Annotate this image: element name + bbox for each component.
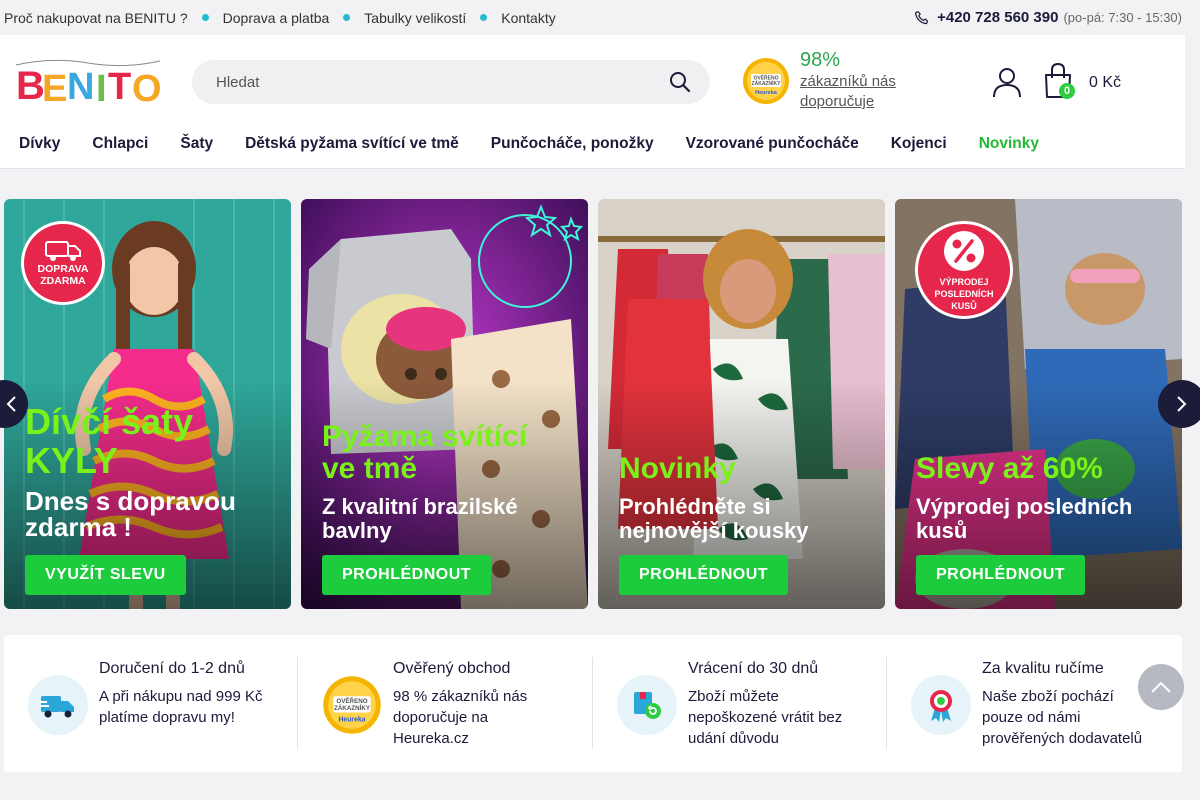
svg-text:B: B [16,64,45,107]
top-link-why-benito[interactable]: Proč nakupovat na BENITU ? [4,10,188,26]
carousel-next-button[interactable] [1158,380,1200,428]
benefit-title: Doručení do 1-2 dnů [99,660,245,677]
nav-item-kojenci[interactable]: Kojenci [891,135,947,153]
benefit-text: Zboží můžete nepoškozené vrátit bez udán… [688,688,843,747]
customer-rating[interactable]: 98% zákazníků nás doporučuje [800,48,940,112]
separator-dot [343,14,351,21]
phone-number[interactable]: +420 728 560 390 [937,9,1058,26]
top-links: Proč nakupovat na BENITU ? Doprava a pla… [4,10,556,26]
benefit-returns: Vrácení do 30 dnů Zboží můžete nepoškoze… [617,657,877,751]
banner-subtitle: Prohlédněte si nejnovější kousky [619,494,809,543]
browse-new-button[interactable]: PROHLÉDNOUT [619,555,789,595]
svg-text:ZÁKAZNÍKY: ZÁKAZNÍKY [752,79,782,87]
banner-title: Slevy až 60% [916,452,1103,485]
benefits-strip: Doručení do 1-2 dnů A při nákupu nad 999… [4,635,1182,772]
benefit-text: Naše zboží pochází pouze od námi prověře… [982,688,1143,747]
svg-text:E: E [42,68,67,107]
svg-text:N: N [67,66,94,107]
heureka-verified-badge[interactable]: OVĚŘENO ZÁKAZNÍKY Heureka [742,57,790,105]
svg-text:OVĚŘENO: OVĚŘENO [336,697,367,705]
svg-text:I: I [96,68,107,107]
user-account-icon[interactable] [990,65,1024,99]
quality-ribbon-icon [911,675,971,735]
return-box-icon [617,675,677,735]
use-discount-button[interactable]: VYUŽÍT SLEVU [25,555,186,595]
nav-item-pyzama[interactable]: Dětská pyžama svítící ve tmě [245,135,459,153]
rating-percent: 98% [800,49,841,71]
nav-item-saty[interactable]: Šaty [180,135,213,153]
banner-subtitle: Dnes s dopravou zdarma ! [25,486,236,542]
phone-icon [915,10,929,24]
divider [886,657,887,749]
banner-glow-pajamas[interactable]: Pyžama svítící ve tmě Z kvalitní brazils… [301,199,588,609]
heureka-badge-icon: OVĚŘENO ZÁKAZNÍKY Heureka [322,675,382,735]
contact-info: +420 728 560 390 (po-pá: 7:30 - 15:30) [913,9,1182,27]
separator-dot [201,14,209,21]
svg-text:T: T [108,66,131,107]
banner-girls-dress[interactable]: DOPRAVA ZDARMA Dívčí šaty KYLY Dnes s do… [4,199,291,609]
divider [592,657,593,749]
scroll-to-top-button[interactable] [1138,664,1184,710]
benefit-title: Ověřený obchod [393,660,511,677]
nav-item-puncochace[interactable]: Punčocháče, ponožky [491,135,654,153]
nav-item-divky[interactable]: Dívky [19,135,60,153]
promo-banners: DOPRAVA ZDARMA Dívčí šaty KYLY Dnes s do… [4,199,1182,609]
delivery-truck-icon [28,675,88,735]
svg-text:Heureka: Heureka [338,716,365,723]
opening-hours: (po-pá: 7:30 - 15:30) [1063,10,1182,25]
truck-icon [45,241,81,261]
benefit-text: A při nákupu nad 999 Kč platíme dopravu … [99,688,263,726]
benefit-verified-shop: OVĚŘENO ZÁKAZNÍKY Heureka Ověřený obchod 9… [322,657,582,751]
cart-count-badge: 0 [1059,83,1075,99]
header: B E N I T O OVĚŘENO ZÁKAZNÍKY Heureka 98… [0,35,1185,169]
top-link-shipping[interactable]: Doprava a platba [223,10,330,26]
search-icon[interactable] [668,70,692,94]
banner-sale[interactable]: VÝPRODEJ POSLEDNÍCH KUSŮ Slevy až 60% Vý… [895,199,1182,609]
nav-item-vzorovane[interactable]: Vzorované punčocháče [686,135,859,153]
benefit-delivery: Doručení do 1-2 dnů A při nákupu nad 999… [28,657,288,751]
benefit-title: Vrácení do 30 dnů [688,660,819,677]
divider [297,657,298,749]
chevron-left-icon [6,396,16,412]
search-input[interactable] [216,73,668,91]
banner-subtitle: Výprodej posledních kusů [916,494,1133,543]
chevron-up-icon [1151,681,1171,693]
rating-text[interactable]: zákazníků nás doporučuje [800,72,940,112]
cart-price[interactable]: 0 Kč [1089,74,1121,92]
banner-new-arrivals[interactable]: Novinky Prohlédněte si nejnovější kousky… [598,199,885,609]
browse-sale-button[interactable]: PROHLÉDNOUT [916,555,1086,595]
top-link-size-charts[interactable]: Tabulky velikostí [364,10,466,26]
svg-text:ZÁKAZNÍKY: ZÁKAZNÍKY [334,704,371,712]
free-shipping-badge: DOPRAVA ZDARMA [21,221,105,305]
top-link-contacts[interactable]: Kontakty [501,10,555,26]
search-bar [192,60,710,104]
benefit-title: Za kvalitu ručíme [982,660,1104,677]
browse-pajamas-button[interactable]: PROHLÉDNOUT [322,555,492,595]
banner-title: Novinky [619,452,736,485]
benefit-quality: Za kvalitu ručíme Naše zboží pochází pou… [911,657,1171,751]
clearance-badge: VÝPRODEJ POSLEDNÍCH KUSŮ [915,221,1013,319]
svg-text:O: O [132,68,162,107]
badge-text: DOPRAVA ZDARMA [37,263,89,287]
svg-text:Heureka: Heureka [755,90,778,96]
banner-title: Pyžama svítící ve tmě [322,420,528,485]
banner-subtitle: Z kvalitní brazilské bavlny [322,494,518,543]
nav-item-novinky[interactable]: Novinky [979,135,1039,153]
benito-logo[interactable]: B E N I T O [12,55,164,107]
separator-dot [480,14,488,21]
top-bar: Proč nakupovat na BENITU ? Doprava a pla… [0,0,1200,35]
percent-icon [944,231,984,271]
main-nav: Dívky Chlapci Šaty Dětská pyžama svítící… [19,135,1039,153]
benefit-text: 98 % zákazníků nás doporučuje na Heureka… [393,688,528,747]
banner-title: Dívčí šaty KYLY [25,401,194,481]
nav-item-chlapci[interactable]: Chlapci [92,135,148,153]
badge-text: VÝPRODEJ POSLEDNÍCH KUSŮ [934,277,994,311]
chevron-right-icon [1177,396,1187,412]
